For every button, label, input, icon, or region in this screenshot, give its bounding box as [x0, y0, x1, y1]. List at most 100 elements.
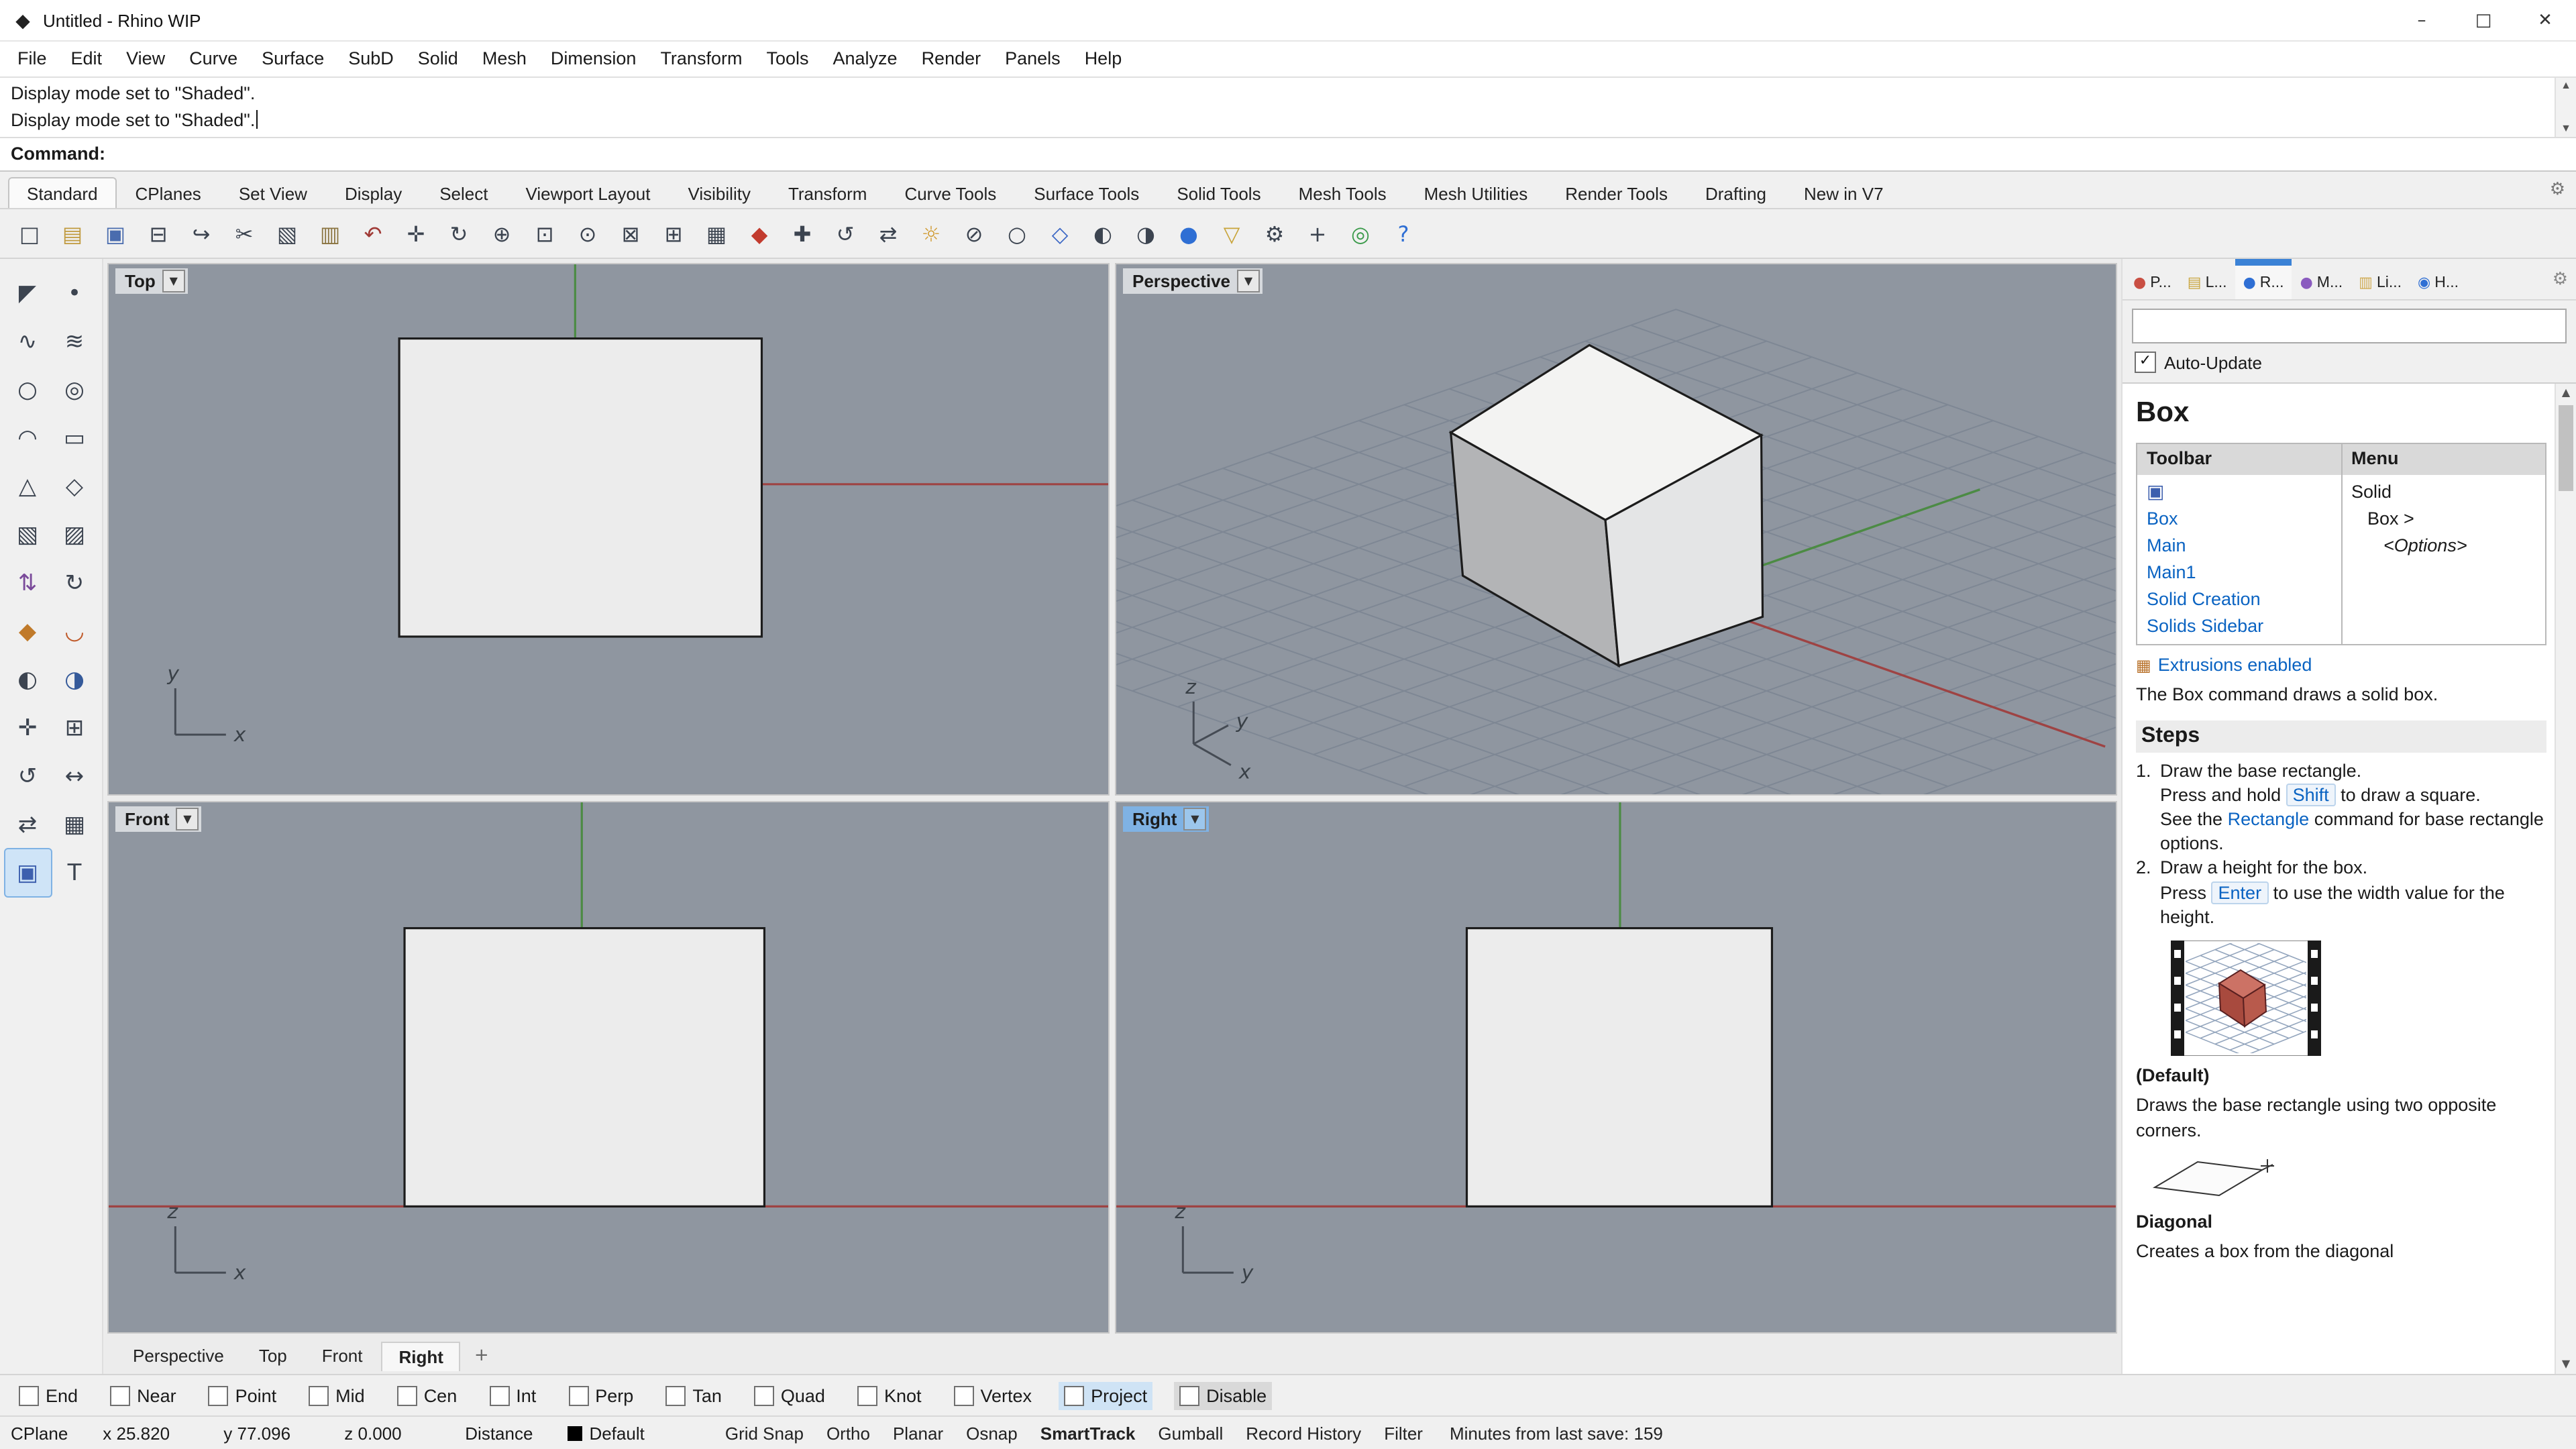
revolve-tool[interactable]: ↻ — [52, 559, 97, 606]
osnap-tan[interactable]: Tan — [660, 1381, 727, 1409]
panel-tab-m[interactable]: ● M... — [2292, 259, 2351, 299]
loft-tool[interactable]: ▨ — [52, 511, 97, 558]
viewport-top[interactable]: y x Top ▼ — [107, 263, 1110, 796]
render-icon[interactable]: ◆ — [741, 215, 778, 252]
polyline-tool[interactable]: △ — [5, 463, 50, 510]
viewport-title-front[interactable]: Front ▼ — [115, 806, 202, 832]
viewport-title-right[interactable]: Right ▼ — [1123, 806, 1210, 832]
menu-analyze[interactable]: Analyze — [821, 42, 910, 76]
paste-icon[interactable]: ▥ — [311, 215, 349, 252]
tab-set-view[interactable]: Set View — [220, 177, 326, 208]
menu-mesh[interactable]: Mesh — [470, 42, 539, 76]
status-toggle-filter[interactable]: Filter — [1384, 1423, 1423, 1443]
checkbox-disable[interactable] — [1179, 1385, 1200, 1405]
viewport-menu-arrow-icon[interactable]: ▼ — [176, 808, 199, 830]
menu-subd[interactable]: SubD — [336, 42, 406, 76]
checkbox-near[interactable] — [110, 1385, 131, 1405]
status-distance[interactable]: Distance — [465, 1423, 533, 1443]
panel-tab-p[interactable]: ● P... — [2125, 259, 2180, 299]
checkbox-point[interactable] — [208, 1385, 229, 1405]
toolbar-link-main1[interactable]: Main1 — [2147, 559, 2331, 586]
zoom-window-icon[interactable]: ⊡ — [526, 215, 564, 252]
menu-transform[interactable]: Transform — [648, 42, 754, 76]
command-scrollbar[interactable]: ▲ ▼ — [2555, 78, 2576, 137]
rotate-tool[interactable]: ↺ — [5, 753, 50, 800]
status-toggle-smarttrack[interactable]: SmartTrack — [1040, 1423, 1136, 1443]
osnap-disable[interactable]: Disable — [1174, 1381, 1273, 1409]
panel-tab-h[interactable]: ◉ H... — [2410, 259, 2467, 299]
tab-mesh-tools[interactable]: Mesh Tools — [1280, 177, 1405, 208]
tab-surface-tools[interactable]: Surface Tools — [1015, 177, 1158, 208]
help-icon[interactable]: ? — [1385, 215, 1422, 252]
tab-mesh-utilities[interactable]: Mesh Utilities — [1405, 177, 1547, 208]
rotate-icon[interactable]: ↺ — [826, 215, 864, 252]
status-toggle-osnap[interactable]: Osnap — [966, 1423, 1018, 1443]
scroll-down-icon[interactable]: ▼ — [2556, 1355, 2576, 1374]
tab-visibility[interactable]: Visibility — [669, 177, 769, 208]
help-search-input[interactable] — [2132, 309, 2567, 343]
checkbox-vertex[interactable] — [953, 1385, 974, 1405]
perspective-viewport-canvas[interactable]: z y x — [1116, 264, 2116, 794]
tab-drafting[interactable]: Drafting — [1686, 177, 1785, 208]
osnap-project[interactable]: Project — [1059, 1381, 1153, 1409]
status-toggle-gumball[interactable]: Gumball — [1158, 1423, 1223, 1443]
panel-tab-li[interactable]: ▥ Li... — [2351, 259, 2410, 299]
rotate-view-icon[interactable]: ↻ — [440, 215, 478, 252]
scroll-up-icon[interactable]: ▲ — [2556, 384, 2576, 402]
solid-box-tool[interactable]: ▣ — [3, 848, 52, 898]
scale-tool[interactable]: ↔ — [52, 753, 97, 800]
top-viewport-canvas[interactable]: y x — [109, 264, 1108, 794]
curve-tool[interactable]: ∿ — [5, 318, 50, 365]
tab-transform[interactable]: Transform — [769, 177, 886, 208]
menu-view[interactable]: View — [114, 42, 177, 76]
zoom-selected-icon[interactable]: ⊙ — [569, 215, 606, 252]
status-toggle-ortho[interactable]: Ortho — [826, 1423, 870, 1443]
rectangle-tool[interactable]: ▭ — [52, 415, 97, 462]
tab-cplanes[interactable]: CPlanes — [117, 177, 220, 208]
viewport-tab-perspective[interactable]: Perspective — [117, 1342, 240, 1370]
mirror-tool[interactable]: ⇄ — [5, 801, 50, 848]
circle-tool[interactable]: ○ — [5, 366, 50, 413]
help-scrollbar[interactable]: ▲ ▼ — [2555, 384, 2576, 1374]
box-right-view[interactable] — [1465, 927, 1774, 1208]
front-viewport-canvas[interactable]: z x — [109, 802, 1108, 1332]
menu-tools[interactable]: Tools — [754, 42, 820, 76]
osnap-quad[interactable]: Quad — [749, 1381, 830, 1409]
right-viewport-canvas[interactable]: z y — [1116, 802, 2116, 1332]
menu-file[interactable]: File — [5, 42, 59, 76]
cut-icon[interactable]: ✂ — [225, 215, 263, 252]
scale-icon[interactable]: ⇄ — [869, 215, 907, 252]
extrude-tool[interactable]: ⇅ — [5, 559, 50, 606]
toolbar-settings-gear-icon[interactable]: ⚙ — [2550, 180, 2565, 200]
sweep-tool[interactable]: ◆ — [5, 608, 50, 655]
point-tool[interactable]: • — [52, 270, 97, 317]
box-front-view[interactable] — [403, 927, 766, 1208]
tab-standard[interactable]: Standard — [8, 177, 117, 208]
ellipse-tool[interactable]: ◎ — [52, 366, 97, 413]
auto-update-checkbox[interactable]: ✓ — [2135, 352, 2156, 373]
checkbox-mid[interactable] — [309, 1385, 329, 1405]
display-shaded-icon[interactable]: ◐ — [1084, 215, 1122, 252]
new-viewport-tab-button[interactable]: + — [464, 1342, 500, 1370]
viewport-perspective[interactable]: z y x Perspective ▼ — [1115, 263, 2117, 796]
checkbox-quad[interactable] — [753, 1385, 774, 1405]
shift-key-link[interactable]: Shift — [2286, 783, 2336, 806]
toolbar-link-solids-sidebar[interactable]: Solids Sidebar — [2147, 612, 2331, 639]
osnap-knot[interactable]: Knot — [852, 1381, 927, 1409]
zoom-extents-icon[interactable]: ⊠ — [612, 215, 649, 252]
annotate-text-tool[interactable]: T — [52, 849, 97, 896]
menu-solid[interactable]: Solid — [406, 42, 470, 76]
rectangle-command-link[interactable]: Rectangle — [2228, 809, 2310, 829]
display-wireframe-icon[interactable]: ◇ — [1041, 215, 1079, 252]
viewport-title-perspective[interactable]: Perspective ▼ — [1123, 268, 1263, 294]
display-rendered-icon[interactable]: ● — [1170, 215, 1208, 252]
viewport-menu-arrow-icon[interactable]: ▼ — [1183, 808, 1207, 830]
tab-display[interactable]: Display — [326, 177, 421, 208]
viewport-front[interactable]: z x Front ▼ — [107, 801, 1110, 1334]
boolean-difference-tool[interactable]: ◑ — [52, 656, 97, 703]
new-file-icon[interactable]: □ — [11, 215, 48, 252]
osnap-near[interactable]: Near — [105, 1381, 182, 1409]
array-tool[interactable]: ▦ — [52, 801, 97, 848]
open-file-icon[interactable]: ▤ — [54, 215, 91, 252]
polygon-tool[interactable]: ◇ — [52, 463, 97, 510]
